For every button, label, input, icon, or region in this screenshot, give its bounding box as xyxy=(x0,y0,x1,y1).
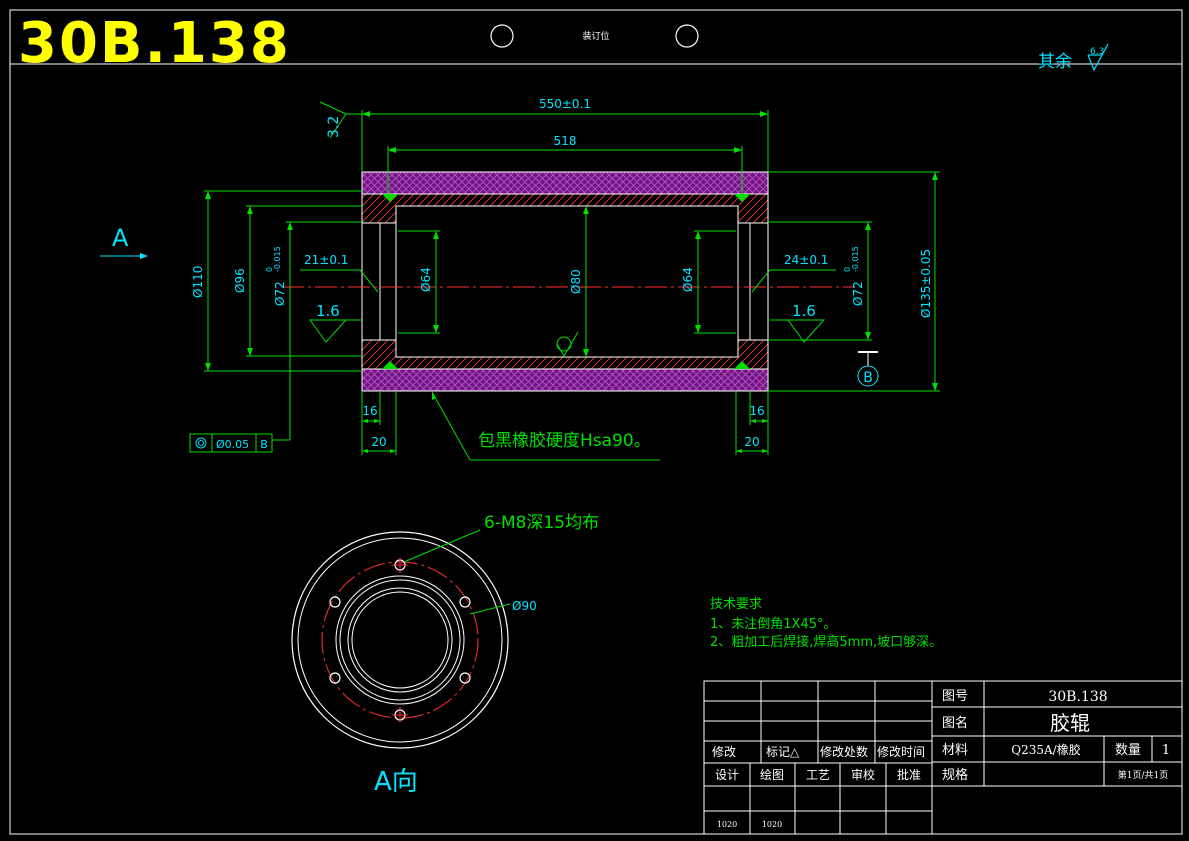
sign-header-approve: 批准 xyxy=(897,767,921,782)
part-name: 胶辊 xyxy=(1050,711,1090,735)
dim-dia-72-left: Ø72 xyxy=(273,281,287,306)
label-qty: 数量 xyxy=(1115,743,1141,758)
rev-header-mark: 标记△ xyxy=(766,745,800,759)
end-view xyxy=(291,529,511,749)
steel-wall-top xyxy=(361,193,769,224)
page-count: 第1页/共1页 xyxy=(1118,769,1169,781)
tech-req-item-2: 2、粗加工后焊接,焊高5mm,坡口够深。 xyxy=(710,634,942,650)
concentricity-tolerance: Ø0.05 xyxy=(216,438,249,451)
rev-header-count: 修改处数 xyxy=(820,744,868,759)
engineering-drawing: 30B.138 装订位 其余 6.3 550±0.1 518 3.2 Ø110 … xyxy=(9,9,1183,835)
label-drawing-no: 图号 xyxy=(942,689,968,704)
dim-inner-length: 518 xyxy=(554,134,577,148)
rubber-layer-bottom xyxy=(361,368,769,392)
label-material: 材料 xyxy=(942,743,968,758)
sign-header-drawing: 绘图 xyxy=(760,767,784,782)
dim-dia-110: Ø110 xyxy=(191,266,205,298)
concentricity-icon xyxy=(195,437,207,449)
sign-header-process: 工艺 xyxy=(806,768,830,782)
dim-dia-72-right: Ø72 xyxy=(851,281,865,306)
roughness-circle-icon xyxy=(556,336,572,352)
dim-dia-64-left: Ø64 xyxy=(419,267,433,292)
end-view-title: A向 xyxy=(374,767,418,797)
binding-label: 装订位 xyxy=(582,30,609,42)
label-name: 图名 xyxy=(942,715,968,731)
roughness-left: 1.6 xyxy=(316,302,340,320)
dim-20-left: 20 xyxy=(371,435,386,449)
date-drawing: 1020 xyxy=(762,820,782,829)
drawing-no: 30B.138 xyxy=(1048,689,1107,705)
label-spec: 规格 xyxy=(942,767,968,783)
pcd-dimension: Ø90 xyxy=(512,599,537,613)
sign-header-check: 审校 xyxy=(851,767,875,782)
sheet-border xyxy=(9,9,1183,835)
concentricity-datum: B xyxy=(260,438,268,451)
rev-header-time: 修改时间 xyxy=(877,744,925,759)
dim-depth-left: 21±0.1 xyxy=(304,253,348,267)
sign-header-design: 设计 xyxy=(715,768,739,782)
qty: 1 xyxy=(1162,743,1170,758)
rubber-layer-top xyxy=(361,171,769,195)
pitch-circle xyxy=(321,561,479,719)
binding-hole-left xyxy=(490,24,514,48)
dim-dia-135: Ø135±0.05 xyxy=(919,249,933,318)
other-roughness-label: 其余 xyxy=(1038,52,1072,72)
drawing-code-title: 30B.138 xyxy=(18,11,291,76)
roughness-right: 1.6 xyxy=(792,302,816,320)
dim-16-left: 16 xyxy=(362,404,377,418)
dim-dia-80: Ø80 xyxy=(569,269,583,294)
tech-req-heading: 技术要求 xyxy=(710,597,762,612)
rev-header-modify: 修改 xyxy=(712,744,736,759)
dim-depth-right: 24±0.1 xyxy=(784,253,828,267)
tech-req-item-1: 1、未注倒角1X45°。 xyxy=(710,617,837,632)
roughness-end: 3.2 xyxy=(326,116,342,138)
dim-16-right: 16 xyxy=(749,404,764,418)
dim-dia-96: Ø96 xyxy=(233,268,247,293)
date-design: 1020 xyxy=(717,820,737,829)
tol-lower-right: -0.015 xyxy=(851,246,860,272)
rubber-note: 包黑橡胶硬度Hsa90。 xyxy=(478,431,651,451)
tol-lower-left: -0.015 xyxy=(273,246,282,272)
material: Q235A/橡胶 xyxy=(1011,742,1080,757)
dim-20-right: 20 xyxy=(744,435,759,449)
datum-b-label: B xyxy=(863,370,873,386)
binding-hole-right xyxy=(675,24,699,48)
dim-overall-length: 550±0.1 xyxy=(539,97,591,111)
view-marker-a: A xyxy=(112,224,129,252)
dim-dia-64-right: Ø64 xyxy=(681,267,695,292)
other-roughness-value: 6.3 xyxy=(1090,47,1104,57)
holes-note: 6-M8深15均布 xyxy=(484,513,599,533)
